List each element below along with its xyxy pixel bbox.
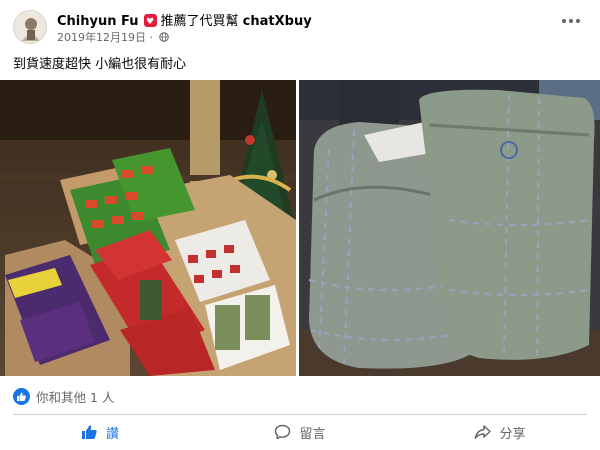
like-button[interactable]: 讚 xyxy=(0,418,200,446)
more-icon xyxy=(562,19,566,23)
post-card: Chihyun Fu 推薦了代買幫 chatXbuy 2019年12月19日 · … xyxy=(0,0,600,450)
comment-button-label: 留言 xyxy=(299,426,326,442)
author-name[interactable]: Chihyun Fu xyxy=(57,14,139,29)
share-icon xyxy=(475,425,492,439)
reaction-summary[interactable]: 你和其他 1 人 xyxy=(13,386,114,406)
recommend-action-text: 推薦了代買幫 xyxy=(160,14,239,29)
more-icon-dot xyxy=(576,19,580,23)
like-button-label: 讚 xyxy=(105,426,119,442)
meta-separator: · xyxy=(149,31,154,44)
author-avatar[interactable] xyxy=(13,10,47,44)
post-header: Chihyun Fu 推薦了代買幫 chatXbuy xyxy=(57,10,312,29)
like-icon xyxy=(81,425,97,439)
post-text: 到貨速度超快 小編也很有耐心 xyxy=(13,57,187,72)
post-photo-snack-boxes[interactable] xyxy=(0,80,296,376)
recommend-badge-icon xyxy=(143,14,157,27)
reaction-count-text[interactable]: 你和其他 1 人 xyxy=(36,387,114,406)
page-name[interactable]: chatXbuy xyxy=(243,14,312,29)
more-options-button[interactable] xyxy=(556,10,586,32)
action-divider xyxy=(13,414,587,415)
post-meta: 2019年12月19日 · xyxy=(57,29,169,45)
share-button[interactable]: 分享 xyxy=(400,418,600,446)
globe-icon xyxy=(158,32,169,42)
comment-button[interactable]: 留言 xyxy=(200,418,400,446)
comment-icon xyxy=(275,424,291,440)
share-button-label: 分享 xyxy=(499,426,526,442)
more-icon-dot xyxy=(569,19,573,23)
post-photo-wrapped-bags[interactable] xyxy=(299,80,600,376)
post-date[interactable]: 2019年12月19日 xyxy=(57,31,146,44)
like-reaction-icon xyxy=(13,387,30,405)
post-action-bar: 讚 留言 分享 xyxy=(0,418,600,446)
